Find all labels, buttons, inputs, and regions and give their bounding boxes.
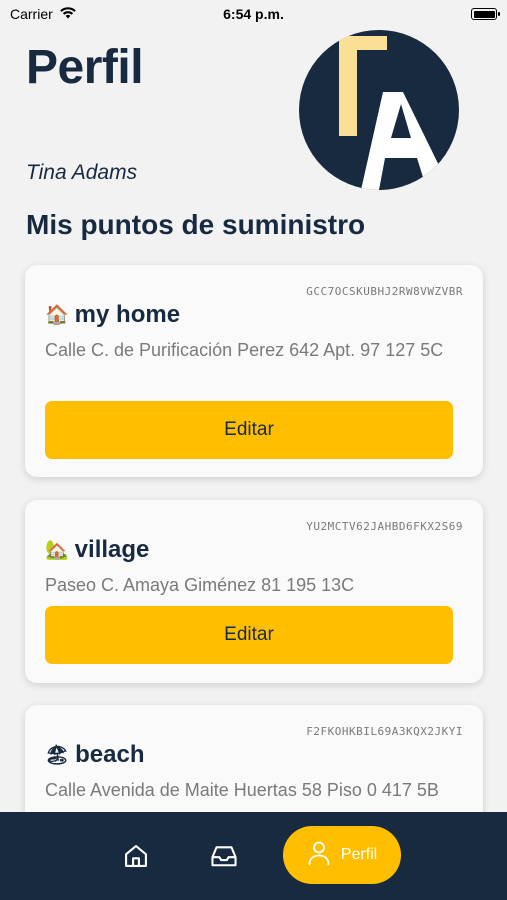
wifi-icon (59, 6, 77, 22)
status-left: Carrier (10, 6, 77, 22)
house-icon: 🏠 (45, 305, 69, 326)
tab-profile-label: Perfil (340, 846, 378, 863)
user-icon (307, 840, 331, 871)
edit-button[interactable]: Editar (45, 401, 453, 459)
supply-point-name: village (74, 536, 150, 563)
supply-point-title: 🏖 beach (45, 741, 145, 769)
supply-point-title: 🏠 my home (45, 301, 180, 329)
section-title: Mis puntos de suministro (26, 209, 366, 240)
tab-profile[interactable]: Perfil (283, 826, 401, 884)
user-name: Tina Adams (26, 161, 138, 184)
supply-point-card: GCC7OCSKUBHJ2RW8VWZVBR 🏠 my home Calle C… (25, 265, 483, 477)
supply-point-name: beach (75, 741, 145, 768)
battery-icon (471, 8, 500, 20)
avatar[interactable] (299, 30, 459, 190)
beach-icon: 🏖 (45, 745, 70, 766)
house-garden-icon: 🏡 (45, 540, 69, 561)
supply-point-address: Paseo C. Amaya Giménez 81 195 13C (45, 575, 355, 595)
page-title: Perfil (26, 41, 144, 94)
supply-point-code: YU2MCTV62JAHBD6FKX2S69 (306, 520, 463, 533)
supply-point-code: GCC7OCSKUBHJ2RW8VWZVBR (306, 285, 463, 298)
avatar-monogram (339, 36, 451, 190)
supply-point-title: 🏡 village (45, 536, 149, 564)
supply-point-address: Calle Avenida de Maite Huertas 58 Piso 0… (45, 780, 439, 800)
edit-button[interactable]: Editar (45, 606, 453, 664)
supply-point-address: Calle C. de Purificación Perez 642 Apt. … (45, 340, 444, 360)
status-time: 6:54 p.m. (223, 6, 284, 22)
supply-point-card: YU2MCTV62JAHBD6FKX2S69 🏡 village Paseo C… (25, 500, 483, 683)
supply-point-name: my home (74, 301, 181, 328)
supply-point-code: F2FKOHKBIL69A3KQX2JKYI (306, 725, 463, 738)
inbox-icon[interactable] (209, 841, 239, 871)
home-icon[interactable] (121, 841, 151, 871)
tab-bar: Perfil (0, 812, 507, 900)
carrier-label: Carrier (10, 6, 53, 22)
status-bar: Carrier 6:54 p.m. (0, 0, 507, 28)
